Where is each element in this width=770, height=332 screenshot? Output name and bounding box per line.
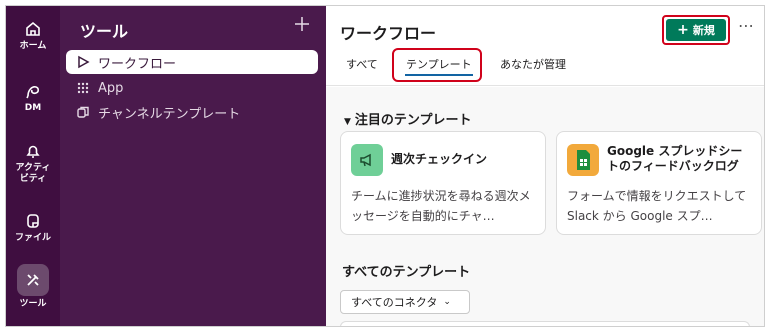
main-panel: ワークフロー + 新規 ⋯ すべて テンプレート あなたが管理 ▼ 注目のテンプレ…: [326, 6, 764, 326]
sidebar-item-label: チャンネルテンプレート: [98, 106, 241, 122]
channel-template-icon: [77, 106, 89, 118]
add-icon[interactable]: [292, 14, 312, 34]
chevron-down-icon: ⌄: [443, 297, 451, 307]
main-header: ワークフロー + 新規 ⋯ すべて テンプレート あなたが管理: [326, 6, 764, 86]
bell-icon: [26, 145, 40, 158]
app-grid-icon: [77, 82, 89, 94]
tab-managed[interactable]: あなたが管理: [500, 56, 566, 72]
rail-item-tools[interactable]: ツール: [6, 264, 60, 310]
tab-templates[interactable]: テンプレート: [406, 56, 472, 72]
filter-label: すべてのコネクタ: [351, 296, 438, 309]
spreadsheet-icon: [567, 144, 599, 176]
sidebar-item-channel-templates[interactable]: チャンネルテンプレート: [66, 100, 318, 124]
card-title: Google スプレッドシートのフィードバックログ: [607, 144, 743, 173]
caret-down-icon: ▼: [344, 117, 351, 127]
sidebar-item-label: ワークフロー: [98, 56, 177, 72]
rail-label-files: ファイル: [14, 233, 51, 243]
featured-heading-label: 注目のテンプレート: [354, 113, 472, 128]
card-title: 週次チェックイン: [391, 152, 488, 166]
all-templates-heading: すべてのテンプレート: [342, 265, 471, 280]
sidebar-item-app[interactable]: App: [66, 76, 318, 100]
dm-icon: [26, 86, 40, 99]
sidebar-title: ツール: [80, 22, 129, 41]
rail-label-tools: ツール: [19, 299, 47, 309]
rail-label-home: ホーム: [19, 41, 47, 51]
workflow-icon: [78, 55, 90, 69]
tab-all[interactable]: すべて: [346, 56, 378, 72]
new-button-highlight: + 新規: [662, 15, 730, 45]
tools-icon: [27, 274, 39, 286]
rail-item-activity[interactable]: アクティビティ: [6, 142, 60, 185]
card-description: フォームで情報をリクエストして Slack から Google スプ…: [567, 189, 747, 223]
connector-filter-dropdown[interactable]: すべてのコネクタ ⌄: [340, 290, 470, 314]
home-icon: [26, 21, 40, 36]
files-icon: [27, 214, 39, 228]
active-tab-indicator: [405, 74, 473, 76]
page-title: ワークフロー: [340, 24, 437, 43]
template-list: [340, 321, 750, 326]
templates-content: ▼ 注目のテンプレート 週次チェックイン チームに進捗状況を尋ねる週次メッセージを…: [326, 87, 764, 326]
template-card-sheets-feedback[interactable]: Google スプレッドシートのフィードバックログ フォームで情報をリクエストし…: [556, 131, 762, 235]
tools-icon-box: [17, 264, 49, 296]
featured-section-heading[interactable]: ▼ 注目のテンプレート: [344, 109, 472, 128]
new-button-label: 新規: [692, 24, 715, 37]
card-description: チームに進捗状況を尋ねる週次メッセージを自動的にチャ…: [351, 189, 531, 223]
sidebar-item-workflow[interactable]: ワークフロー: [66, 50, 318, 74]
app-window: ホーム DM アクティビティ ファイル ツール ツール ワークフロー App チ…: [5, 5, 765, 327]
template-card-weekly-checkin[interactable]: 週次チェックイン チームに進捗状況を尋ねる週次メッセージを自動的にチャ…: [340, 131, 546, 235]
rail-item-home[interactable]: ホーム: [6, 20, 60, 52]
rail-item-files[interactable]: ファイル: [6, 212, 60, 244]
tools-sidebar: ツール ワークフロー App チャンネルテンプレート: [60, 6, 326, 326]
rail-label-dm: DM: [24, 103, 42, 113]
sidebar-item-label: App: [98, 80, 124, 96]
new-workflow-button[interactable]: + 新規: [666, 19, 726, 41]
plus-icon: +: [677, 22, 689, 38]
more-options-icon[interactable]: ⋯: [736, 18, 756, 36]
rail-label-activity: アクティビティ: [15, 163, 51, 184]
megaphone-icon: [351, 144, 383, 176]
rail-item-dm[interactable]: DM: [6, 82, 60, 114]
nav-rail: ホーム DM アクティビティ ファイル ツール: [6, 6, 60, 326]
